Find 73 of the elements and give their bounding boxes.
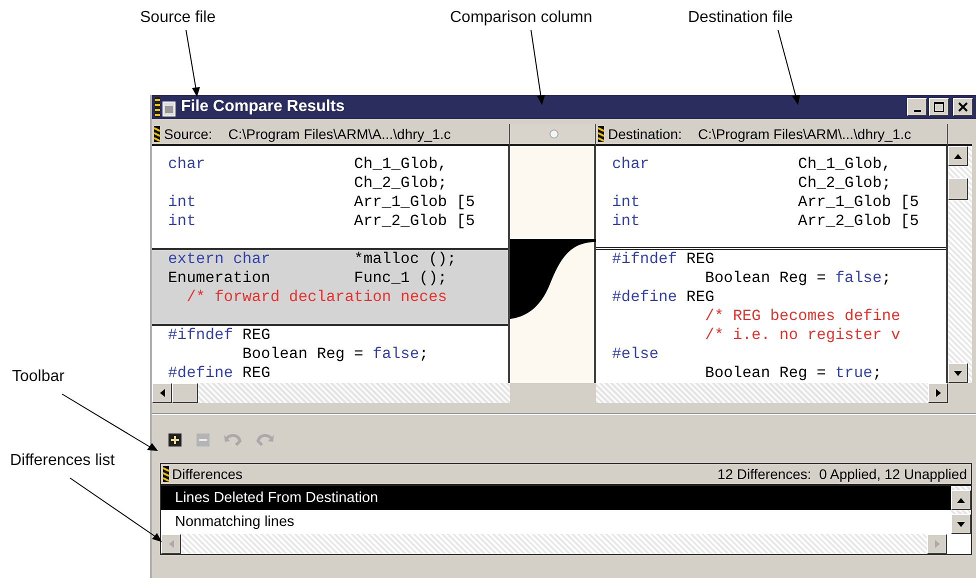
code-line: int Arr_1_Glob [5 — [612, 193, 920, 212]
striped-bar-icon — [154, 126, 160, 142]
code-line: /* forward declaration neces — [186, 288, 448, 307]
right-arrow-icon — [934, 540, 940, 548]
code-line: Enumeration Func_1 (); — [168, 269, 448, 288]
leader-line — [186, 30, 200, 97]
circle-icon — [548, 129, 558, 139]
code-line: #else — [612, 345, 660, 364]
left-arrow-icon — [168, 540, 174, 548]
up-arrow-icon — [954, 154, 962, 158]
callout-label: Differences list — [10, 452, 115, 470]
left-arrow-icon — [160, 389, 164, 397]
minimize-button[interactable] — [907, 98, 927, 116]
horizontal-scrollbar[interactable] — [596, 383, 948, 403]
scroll-thumb[interactable] — [172, 383, 198, 403]
difference-item[interactable]: Lines Deleted From Destination — [161, 486, 951, 510]
callout-label: Destination file — [688, 9, 793, 27]
close-icon — [958, 102, 968, 112]
striped-bar-icon — [163, 466, 169, 482]
code-line: Boolean Reg = false; — [241, 345, 430, 364]
pane-label: Source: — [164, 126, 212, 142]
document-icon — [155, 97, 177, 117]
right-arrow-icon — [936, 389, 940, 397]
differences-summary: 12 Differences: 0 Applied, 12 Unapplied — [717, 466, 967, 482]
code-line: Boolean Reg = false; — [704, 269, 892, 288]
undo-icon — [224, 433, 242, 447]
code-line: /* REG becomes define — [704, 307, 902, 326]
down-arrow-icon — [957, 522, 965, 526]
down-arrow-icon — [954, 370, 962, 376]
file-path: C:\Program Files\ARM\A...\dhry_1.c — [228, 126, 451, 142]
list-title: Differences — [172, 466, 243, 482]
code-line: #ifndef REG — [168, 326, 272, 345]
scroll-left-button[interactable] — [152, 383, 172, 403]
striped-bar-icon — [598, 126, 604, 142]
scroll-thumb[interactable] — [948, 178, 968, 200]
minimize-icon — [914, 110, 920, 112]
callout-label: Comparison column — [450, 9, 592, 27]
horizontal-scrollbar[interactable] — [152, 383, 510, 403]
plus-box-icon — [168, 433, 182, 447]
minus-box-icon — [196, 433, 210, 447]
callout-label: Source file — [140, 9, 216, 27]
code-line: #define REG — [612, 288, 716, 307]
scroll-left-button[interactable] — [161, 534, 181, 554]
vertical-scrollbar[interactable] — [951, 486, 971, 534]
code-line: Ch_2_Glob; — [353, 174, 448, 193]
horizontal-scrollbar[interactable] — [161, 534, 947, 554]
code-line: int Arr_2_Glob [5 — [612, 212, 920, 231]
pane-label: Destination: — [608, 126, 682, 142]
close-button[interactable] — [953, 98, 973, 116]
scroll-up-button[interactable] — [951, 490, 971, 510]
code-line: Ch_2_Glob; — [797, 174, 892, 193]
code-line: char Ch_1_Glob, — [168, 155, 448, 174]
window-title: File Compare Results — [181, 98, 345, 116]
file-path: C:\Program Files\ARM\...\dhry_1.c — [698, 126, 912, 142]
maximize-button[interactable] — [929, 98, 949, 116]
redo-icon — [256, 433, 274, 447]
callout-label: Toolbar — [12, 368, 64, 386]
code-line: #ifndef REG — [612, 250, 716, 269]
scroll-down-button[interactable] — [951, 514, 971, 534]
scroll-up-button[interactable] — [948, 146, 968, 166]
code-line: char Ch_1_Glob, — [612, 155, 892, 174]
scroll-right-button[interactable] — [927, 534, 947, 554]
code-line: #define REG — [168, 364, 272, 383]
maximize-icon — [934, 102, 944, 112]
code-line: Boolean Reg = true; — [704, 364, 883, 383]
scroll-right-button[interactable] — [928, 383, 948, 403]
code-line: int Arr_2_Glob [5 — [168, 212, 476, 231]
code-line: extern char *malloc (); — [168, 250, 458, 269]
up-arrow-icon — [957, 498, 965, 502]
code-line: /* i.e. no register v — [704, 326, 902, 345]
vertical-scrollbar[interactable] — [948, 146, 972, 383]
scroll-down-button[interactable] — [948, 363, 968, 383]
code-line: int Arr_1_Glob [5 — [168, 193, 476, 212]
